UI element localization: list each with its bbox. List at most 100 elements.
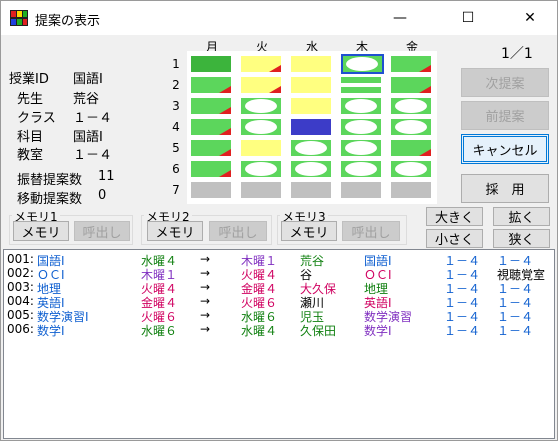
grid-cell[interactable] <box>341 161 381 177</box>
row-number: 003: <box>7 280 34 294</box>
grid-cell[interactable] <box>391 119 431 135</box>
maximize-icon: ☐ <box>461 10 475 26</box>
grid-cell[interactable] <box>241 77 281 93</box>
page-indicator: 1／1 <box>501 46 533 62</box>
adopt-button[interactable]: 採 用 <box>461 174 549 203</box>
row-from: 水曜６ <box>141 324 178 338</box>
maximize-button[interactable]: ☐ <box>445 1 491 35</box>
period-header-1: 1 <box>172 57 180 71</box>
row-arrow: → <box>200 252 211 266</box>
row-number: 001: <box>7 252 34 266</box>
period-header-7: 7 <box>172 183 180 197</box>
grid-cell[interactable] <box>191 77 231 93</box>
grid-cell[interactable] <box>191 98 231 114</box>
grid-cell[interactable] <box>341 182 381 198</box>
grid-cell[interactable] <box>391 56 431 72</box>
swap-count-value: 11 <box>98 169 115 184</box>
grid-cell[interactable] <box>391 140 431 156</box>
smaller-button[interactable]: 小さく <box>426 229 483 248</box>
bigger-button[interactable]: 大きく <box>426 207 483 226</box>
move-count-label: 移動提案数 <box>17 192 83 207</box>
grid-cell[interactable] <box>391 77 431 93</box>
row-subject2: 数学Ⅰ <box>364 324 392 338</box>
class-value: １－４ <box>73 111 113 126</box>
swap-count-label: 振替提案数 <box>17 173 83 188</box>
grid-cell[interactable] <box>291 56 331 72</box>
grid-cell[interactable] <box>291 77 331 93</box>
cancel-button[interactable]: キャンセル <box>461 134 549 164</box>
row-arrow: → <box>200 280 211 294</box>
narrow-button[interactable]: 狭く <box>493 229 550 248</box>
close-icon: ✕ <box>524 10 536 26</box>
window-title: 提案の表示 <box>35 14 101 29</box>
teacher-label: 先生 <box>17 92 44 107</box>
app-icon <box>10 10 28 26</box>
grid-cell[interactable] <box>191 119 231 135</box>
row-class2: １－４ <box>497 324 534 338</box>
proposal-window: 提案の表示 — ☐ ✕ 授業ID 国語Ⅰ 先生 荒谷 クラス １－４ 科目 国語… <box>0 0 558 441</box>
grid-cell[interactable] <box>241 161 281 177</box>
grid-cell-current[interactable] <box>291 119 331 135</box>
memory-3-store-button[interactable]: メモリ <box>281 221 337 241</box>
grid-cell[interactable] <box>291 98 331 114</box>
grid-cell[interactable] <box>341 119 381 135</box>
grid-cell[interactable] <box>241 182 281 198</box>
room-label: 教室 <box>17 148 44 163</box>
grid-cell-selected[interactable] <box>341 54 384 74</box>
teacher-value: 荒谷 <box>73 92 100 107</box>
grid-cell[interactable] <box>391 182 431 198</box>
grid-cell[interactable] <box>341 140 381 156</box>
row-arrow: → <box>200 266 211 280</box>
grid-cell[interactable] <box>191 140 231 156</box>
row-to: 水曜４ <box>241 324 278 338</box>
next-proposal-button[interactable]: 次提案 <box>461 68 549 97</box>
memory-1-store-button[interactable]: メモリ <box>13 221 69 241</box>
row-class1: １－４ <box>444 324 481 338</box>
subject-value: 国語Ⅰ <box>73 130 103 145</box>
period-header-5: 5 <box>172 141 180 155</box>
memory-2-recall-button[interactable]: 呼出し <box>209 221 267 241</box>
row-subject: 数学Ⅰ <box>37 324 65 338</box>
move-count-value: 0 <box>98 188 107 203</box>
row-number: 005: <box>7 308 34 322</box>
minimize-button[interactable]: — <box>377 1 423 35</box>
grid-cell[interactable] <box>391 98 431 114</box>
grid-cell[interactable] <box>391 161 431 177</box>
grid-cell[interactable] <box>241 56 281 72</box>
row-arrow: → <box>200 322 211 336</box>
grid-cell[interactable] <box>191 56 231 72</box>
minimize-icon: — <box>393 10 407 26</box>
class-id-label: 授業ID <box>9 72 49 87</box>
prev-proposal-button[interactable]: 前提案 <box>461 101 549 130</box>
row-arrow: → <box>200 294 211 308</box>
widen-button[interactable]: 拡く <box>493 207 550 226</box>
grid-cell[interactable] <box>191 182 231 198</box>
close-button[interactable]: ✕ <box>507 1 553 35</box>
grid-cell[interactable] <box>241 119 281 135</box>
row-number: 004: <box>7 294 34 308</box>
title-bar: 提案の表示 — ☐ ✕ <box>1 1 557 35</box>
grid-cell[interactable] <box>291 140 331 156</box>
memory-1-recall-button[interactable]: 呼出し <box>74 221 130 241</box>
memory-3-recall-button[interactable]: 呼出し <box>342 221 400 241</box>
proposal-list[interactable]: 001: 国語Ⅰ 水曜４ → 木曜１ 荒谷 国語Ⅰ １－４ １－４ 002: Ｏ… <box>3 249 555 439</box>
memory-2-store-button[interactable]: メモリ <box>147 221 203 241</box>
grid-cell[interactable] <box>241 98 281 114</box>
subject-label: 科目 <box>17 130 44 145</box>
room-value: １－４ <box>73 148 113 163</box>
grid-cell[interactable] <box>341 98 381 114</box>
period-header-4: 4 <box>172 120 180 134</box>
row-arrow: → <box>200 308 211 322</box>
grid-cell[interactable] <box>191 161 231 177</box>
class-id-value: 国語Ⅰ <box>73 72 103 87</box>
period-header-3: 3 <box>172 99 180 113</box>
period-header-2: 2 <box>172 78 180 92</box>
grid-cell[interactable] <box>291 182 331 198</box>
row-number: 006: <box>7 322 34 336</box>
grid-cell[interactable] <box>341 77 381 93</box>
row-teacher: 久保田 <box>300 324 337 338</box>
class-label: クラス <box>17 111 56 126</box>
grid-cell[interactable] <box>241 140 281 156</box>
row-number: 002: <box>7 266 34 280</box>
grid-cell[interactable] <box>291 161 331 177</box>
